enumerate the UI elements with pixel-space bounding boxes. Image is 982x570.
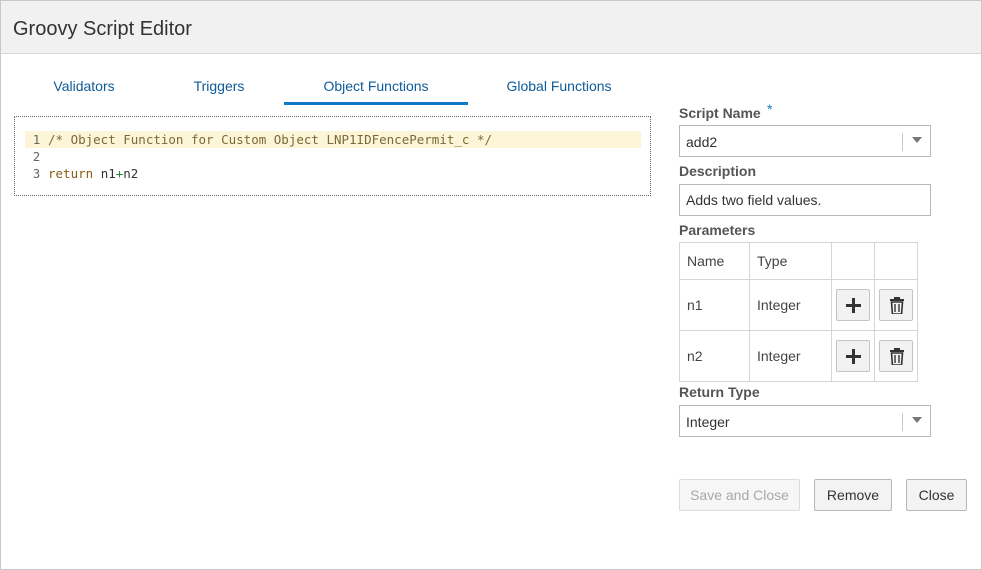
select-divider bbox=[902, 133, 903, 151]
table-header-row: Name Type bbox=[679, 242, 918, 280]
groovy-script-editor-dialog: Groovy Script Editor Validators Triggers… bbox=[0, 0, 982, 570]
code-keyword: return bbox=[48, 166, 94, 181]
delete-parameter-button[interactable] bbox=[879, 340, 913, 372]
description-label: Description bbox=[679, 163, 757, 179]
delete-cell bbox=[874, 279, 918, 331]
select-divider bbox=[902, 413, 903, 431]
parameters-table: Name Type n1 Integer n2 Integer bbox=[679, 242, 918, 382]
line-number: 2 bbox=[32, 149, 41, 164]
column-header-name: Name bbox=[679, 242, 750, 280]
parameters-label: Parameters bbox=[679, 222, 756, 238]
add-cell bbox=[831, 279, 875, 331]
close-button[interactable]: Close bbox=[906, 479, 967, 511]
tab-global-functions[interactable]: Global Functions bbox=[484, 69, 634, 105]
tab-bar: Validators Triggers Object Functions Glo… bbox=[14, 69, 654, 105]
save-and-close-button[interactable]: Save and Close bbox=[679, 479, 800, 511]
add-parameter-button[interactable] bbox=[836, 289, 870, 321]
code-line: 1 /* Object Function for Custom Object LN… bbox=[25, 131, 641, 148]
return-type-value: Integer bbox=[686, 414, 730, 430]
code-identifier: n2 bbox=[123, 166, 139, 181]
param-type-cell: Integer bbox=[749, 279, 832, 331]
column-header-type: Type bbox=[749, 242, 832, 280]
add-parameter-button[interactable] bbox=[836, 340, 870, 372]
code-identifier: n1 bbox=[100, 166, 116, 181]
delete-parameter-button[interactable] bbox=[879, 289, 913, 321]
tab-triggers[interactable]: Triggers bbox=[154, 69, 284, 105]
dialog-header: Groovy Script Editor bbox=[1, 1, 981, 54]
code-editor[interactable]: 1 /* Object Function for Custom Object LN… bbox=[14, 116, 651, 196]
script-name-select[interactable]: add2 bbox=[679, 125, 931, 157]
return-type-label: Return Type bbox=[679, 384, 760, 400]
tab-object-functions[interactable]: Object Functions bbox=[284, 69, 468, 105]
code-comment: /* Object Function for Custom Object LNP… bbox=[48, 132, 493, 147]
param-name-cell: n2 bbox=[679, 330, 750, 382]
script-name-label: Script Name bbox=[679, 105, 761, 121]
line-number: 3 bbox=[32, 166, 41, 181]
add-cell bbox=[831, 330, 875, 382]
chevron-down-icon[interactable] bbox=[912, 137, 922, 143]
tab-validators[interactable]: Validators bbox=[14, 69, 154, 105]
remove-button[interactable]: Remove bbox=[814, 479, 892, 511]
line-number: 1 bbox=[32, 132, 41, 147]
delete-cell bbox=[874, 330, 918, 382]
table-row: n2 Integer bbox=[679, 330, 918, 382]
chevron-down-icon[interactable] bbox=[912, 417, 922, 423]
param-name-cell: n1 bbox=[679, 279, 750, 331]
column-header-delete bbox=[874, 242, 918, 280]
code-line: 3 return n1+n2 bbox=[25, 165, 641, 182]
required-marker: * bbox=[767, 101, 773, 117]
param-type-cell: Integer bbox=[749, 330, 832, 382]
code-line: 2 bbox=[25, 148, 641, 165]
table-row: n1 Integer bbox=[679, 279, 918, 331]
description-input[interactable] bbox=[679, 184, 931, 216]
dialog-title: Groovy Script Editor bbox=[13, 18, 192, 40]
trash-icon bbox=[890, 297, 904, 314]
trash-icon bbox=[890, 348, 904, 365]
column-header-add bbox=[831, 242, 875, 280]
return-type-select[interactable]: Integer bbox=[679, 405, 931, 437]
script-name-value: add2 bbox=[686, 134, 718, 150]
